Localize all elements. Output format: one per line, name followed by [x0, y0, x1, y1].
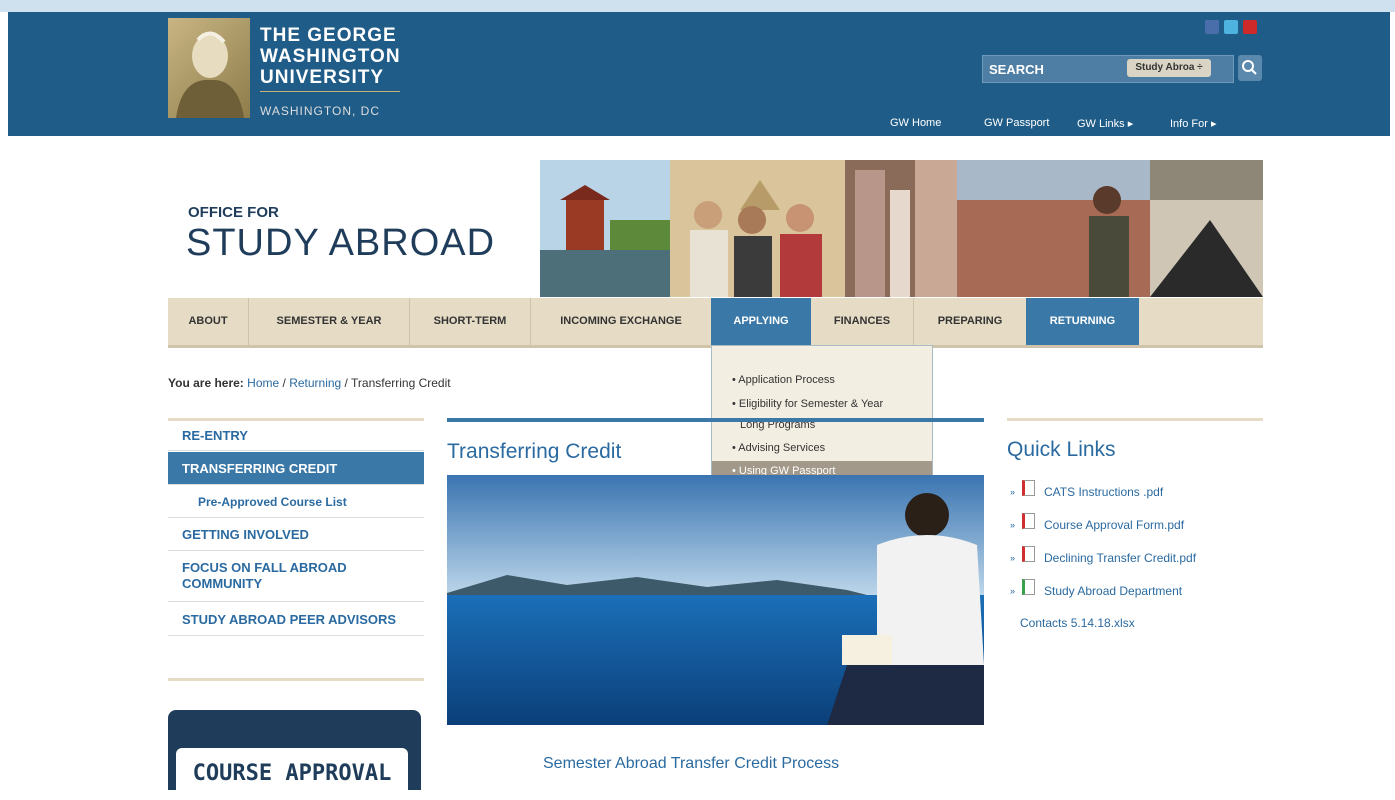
- breadcrumb-home-link[interactable]: Home: [247, 376, 279, 390]
- pdf-icon: [1022, 480, 1035, 496]
- quick-link-label: Course Approval Form.pdf: [1044, 518, 1185, 532]
- nav-incoming-exchange[interactable]: INCOMING EXCHANGE: [531, 298, 711, 345]
- breadcrumb-prefix: You are here:: [168, 376, 244, 390]
- search-button[interactable]: [1238, 55, 1262, 81]
- dropdown-item-eligibility[interactable]: • Eligibility for Semester & Year: [712, 396, 932, 412]
- nav-returning[interactable]: RETURNING: [1026, 298, 1139, 345]
- quick-links-title: Quick Links: [1007, 438, 1116, 461]
- dropdown-item-application-process[interactable]: • Application Process: [712, 372, 932, 388]
- bullet-icon: »: [1010, 487, 1016, 497]
- sidebar-item-transferring-credit[interactable]: TRANSFERRING CREDIT: [168, 452, 424, 485]
- university-line: UNIVERSITY: [260, 67, 385, 88]
- page-title: Transferring Credit: [447, 440, 622, 463]
- breadcrumb: You are here: Home / Returning / Transfe…: [168, 376, 451, 390]
- sidebar-item-focus-on-fall-abroad[interactable]: FOCUS ON FALL ABROAD COMMUNITY: [168, 552, 424, 602]
- sidebar-item-getting-involved[interactable]: GETTING INVOLVED: [168, 519, 424, 551]
- section-subtitle: Semester Abroad Transfer Credit Process: [543, 755, 840, 772]
- dropdown-item-advising-services[interactable]: • Advising Services: [712, 440, 932, 456]
- facebook-icon[interactable]: [1205, 20, 1219, 34]
- nav-finances[interactable]: FINANCES: [811, 298, 913, 345]
- search-box[interactable]: SEARCH Study Abroa ÷: [982, 55, 1234, 83]
- sidebar-item-re-entry[interactable]: RE-ENTRY: [168, 421, 424, 451]
- quick-link-label: CATS Instructions .pdf: [1044, 485, 1164, 499]
- university-city: WASHINGTON, DC: [260, 104, 381, 118]
- spreadsheet-icon: [1022, 579, 1035, 595]
- sidebar-bottom-rule: [168, 678, 424, 681]
- gw-links-menu[interactable]: GW Links ▸: [1077, 117, 1133, 130]
- info-for-menu[interactable]: Info For ▸: [1170, 117, 1216, 130]
- gw-home-link[interactable]: GW Home: [890, 117, 941, 129]
- breadcrumb-current: Transferring Credit: [351, 376, 451, 390]
- hero-image: [447, 475, 984, 725]
- nav-short-term[interactable]: SHORT-TERM: [410, 298, 530, 345]
- breadcrumb-separator: /: [341, 376, 352, 390]
- office-title-big[interactable]: STUDY ABROAD: [186, 222, 495, 265]
- search-icon: [1242, 60, 1257, 75]
- quick-link-label: Declining Transfer Credit.pdf: [1044, 551, 1197, 565]
- nav-semester-year[interactable]: SEMESTER & YEAR: [249, 298, 409, 345]
- sidebar-item-peer-advisors[interactable]: STUDY ABROAD PEER ADVISORS: [168, 603, 424, 636]
- pdf-icon: [1022, 513, 1035, 529]
- banner-photo-palace: [540, 160, 670, 297]
- sidebar-item-pre-approved-course-list[interactable]: Pre-Approved Course List: [168, 486, 424, 518]
- twitter-icon[interactable]: [1224, 20, 1238, 34]
- gw-passport-link[interactable]: GW Passport: [984, 117, 1049, 129]
- main-nav: ABOUT SEMESTER & YEAR SHORT-TERM INCOMIN…: [168, 298, 1263, 348]
- nav-applying[interactable]: APPLYING: [711, 298, 811, 345]
- breadcrumb-returning-link[interactable]: Returning: [289, 376, 341, 390]
- banner-photo-street: [845, 160, 957, 297]
- banner-photo-city: [957, 160, 1150, 297]
- quick-link-contacts-xlsx[interactable]: Contacts 5.14.18.xlsx: [1020, 616, 1135, 630]
- sidebar-item-label: FOCUS ON FALL ABROAD: [182, 560, 347, 575]
- university-line: THE GEORGE: [260, 25, 397, 46]
- nav-preparing[interactable]: PREPARING: [914, 298, 1026, 345]
- bullet-icon: »: [1010, 553, 1016, 563]
- course-approval-banner[interactable]: COURSE APPROVAL: [168, 710, 421, 798]
- sidebar-item-label: COMMUNITY: [182, 576, 263, 591]
- university-name[interactable]: THE GEORGE WASHINGTON UNIVERSITY: [260, 25, 401, 88]
- pdf-icon: [1022, 546, 1035, 562]
- banner-photo-students: [670, 160, 845, 297]
- main-top-rule: [447, 418, 984, 422]
- logo-divider: [260, 91, 400, 92]
- search-scope-select[interactable]: Study Abroa ÷: [1127, 59, 1211, 77]
- gw-logo[interactable]: [168, 18, 250, 118]
- bullet-icon: »: [1010, 520, 1016, 530]
- top-strip: [0, 0, 1395, 12]
- quick-links-top-rule: [1007, 418, 1263, 421]
- banner-photo-gondola: [1150, 160, 1263, 297]
- nav-about[interactable]: ABOUT: [168, 298, 248, 345]
- quick-link-label: Study Abroad Department: [1044, 584, 1183, 598]
- university-line: WASHINGTON: [260, 46, 401, 67]
- bullet-icon: »: [1010, 586, 1016, 596]
- youtube-icon[interactable]: [1243, 20, 1257, 34]
- breadcrumb-separator: /: [279, 376, 290, 390]
- office-title-small: OFFICE FOR: [188, 204, 279, 221]
- search-input[interactable]: SEARCH: [989, 62, 1044, 77]
- course-approval-label: COURSE APPROVAL: [176, 748, 408, 798]
